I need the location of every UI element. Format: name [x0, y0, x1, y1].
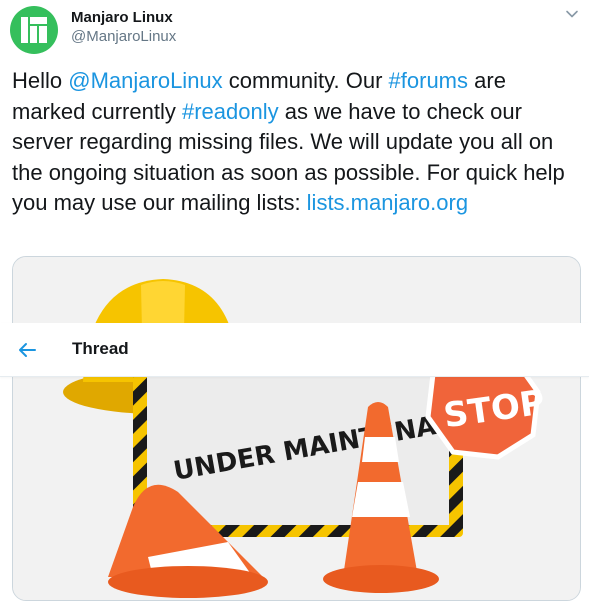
- back-arrow-icon[interactable]: [16, 339, 38, 361]
- tweet-header: Manjaro Linux @ManjaroLinux: [0, 0, 589, 60]
- tweet-link[interactable]: #forums: [389, 68, 468, 93]
- maintenance-illustration: UNDER MAINTENANCE STOP: [13, 257, 580, 600]
- author-name[interactable]: Manjaro Linux: [71, 9, 173, 26]
- tweet-link[interactable]: #readonly: [182, 99, 279, 124]
- tweet-media-image[interactable]: UNDER MAINTENANCE STOP: [12, 256, 581, 601]
- thread-header-bar: Thread: [0, 323, 589, 377]
- author-handle[interactable]: @ManjaroLinux: [71, 28, 176, 45]
- chevron-down-icon[interactable]: [564, 6, 580, 22]
- thread-title: Thread: [72, 339, 129, 358]
- tweet-link[interactable]: @ManjaroLinux: [68, 68, 222, 93]
- tweet-text: Hello @ManjaroLinux community. Our #foru…: [12, 66, 578, 219]
- tweet-link[interactable]: lists.manjaro.org: [307, 190, 468, 215]
- tweet-text-segment: Hello: [12, 68, 69, 93]
- manjaro-logo-icon[interactable]: [10, 6, 58, 54]
- tweet-text-segment: community. Our: [222, 68, 389, 93]
